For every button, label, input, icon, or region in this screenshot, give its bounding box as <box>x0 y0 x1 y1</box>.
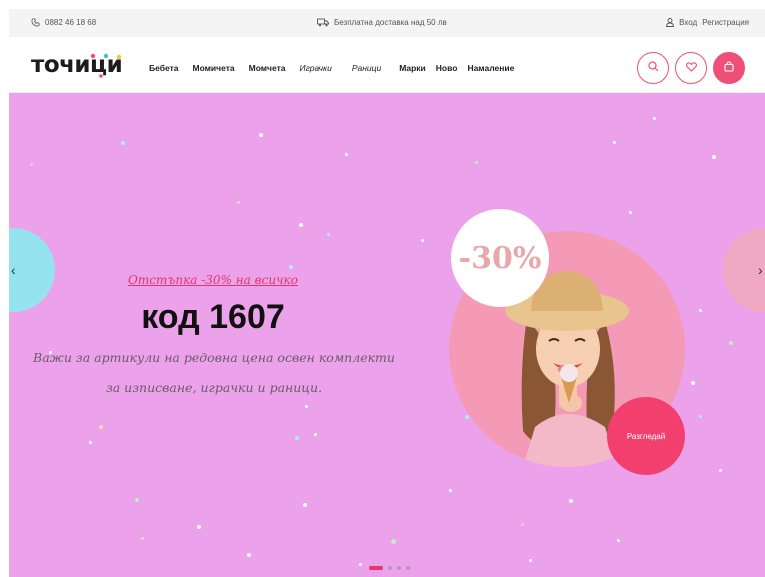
bag-icon <box>724 59 734 77</box>
confetti-dot <box>345 153 348 156</box>
register-link[interactable]: Регистрация <box>702 18 749 27</box>
pager-dot-2[interactable] <box>388 566 392 570</box>
pager-dot-1[interactable] <box>369 566 383 570</box>
main-nav: Бебета Момичета Момчета Играчки Раници М… <box>149 63 528 73</box>
confetti-dot <box>569 499 573 503</box>
truck-icon <box>317 18 329 27</box>
confetti-dot <box>421 239 424 242</box>
search-icon <box>647 59 659 77</box>
phone-info[interactable]: 0882 46 18 68 <box>31 18 96 27</box>
phone-icon <box>31 18 40 27</box>
description-line-2: за изписване, играчки и раници. <box>105 380 323 395</box>
nav-new[interactable]: Ново <box>436 63 458 73</box>
description-line-1: Важи за артикули на редовна цена освен к… <box>33 350 395 365</box>
pager-dot-4[interactable] <box>406 566 410 570</box>
confetti-dot <box>391 539 396 544</box>
confetti-dot <box>295 436 299 440</box>
search-button[interactable] <box>637 52 669 84</box>
phone-number: 0882 46 18 68 <box>45 18 97 27</box>
browse-button[interactable]: Разгледай <box>607 397 685 475</box>
confetti-dot <box>521 523 524 526</box>
promo-code: код 1607 <box>141 298 285 336</box>
nav-sale[interactable]: Намаление <box>467 63 514 73</box>
nav-backpacks[interactable]: Раници <box>352 63 381 73</box>
confetti-dot <box>712 155 716 159</box>
nav-boys[interactable]: Момчета <box>249 63 286 73</box>
shipping-text: Безплатна доставка над 50 лв <box>334 18 447 27</box>
confetti-dot <box>89 441 92 444</box>
confetti-dot <box>197 525 201 529</box>
confetti-dot <box>30 163 33 166</box>
confetti-dot <box>247 553 251 557</box>
confetti-dot <box>719 469 722 472</box>
confetti-dot <box>475 161 478 164</box>
confetti-dot <box>259 133 263 137</box>
logo-text: точици <box>31 52 122 78</box>
logo[interactable]: точици <box>31 52 131 78</box>
login-link[interactable]: Вход <box>679 18 697 27</box>
confetti-dot <box>449 489 452 492</box>
next-arrow-icon[interactable]: › <box>758 263 763 277</box>
confetti-dot <box>141 537 144 540</box>
favorites-button[interactable] <box>675 52 707 84</box>
confetti-dot <box>617 539 620 542</box>
prev-arrow-icon[interactable]: ‹ <box>11 263 16 277</box>
nav-toys[interactable]: Играчки <box>300 63 332 73</box>
confetti-dot <box>327 233 330 236</box>
confetti-dot <box>237 201 240 204</box>
confetti-dot <box>729 341 733 345</box>
confetti-dot <box>303 226 306 229</box>
page: 0882 46 18 68 Безплатна доставка над 50 … <box>9 9 765 577</box>
confetti-dot <box>691 381 695 385</box>
confetti-dot <box>121 141 125 145</box>
user-icon <box>666 18 675 27</box>
confetti-dot <box>99 425 103 429</box>
confetti-dot <box>314 433 317 436</box>
account-links: Вход Регистрация <box>666 18 749 27</box>
discount-badge: -30% <box>451 209 549 307</box>
confetti-dot <box>613 141 616 144</box>
confetti-dot <box>699 309 702 312</box>
nav-babies[interactable]: Бебета <box>149 63 178 73</box>
header: точици Бебета Момичета Момчета Играчки Р… <box>9 37 765 93</box>
confetti-dot <box>359 563 362 566</box>
confetti-dot <box>699 415 702 418</box>
confetti-dot <box>135 498 139 502</box>
slider-pagination <box>369 566 410 570</box>
confetti-dot <box>529 559 532 562</box>
top-bar: 0882 46 18 68 Безплатна доставка над 50 … <box>9 9 765 37</box>
confetti-dot <box>305 405 308 408</box>
heart-icon <box>685 59 697 77</box>
promo-link[interactable]: Отстъпка -30% на всичко <box>123 273 303 287</box>
nav-brands[interactable]: Марки <box>399 63 426 73</box>
hero-slider: ‹ › Отстъпка -30% на всичко код 1607 Важ… <box>9 93 765 577</box>
promo-description: Важи за артикули на редовна цена освен к… <box>29 343 399 403</box>
nav-girls[interactable]: Момичета <box>192 63 234 73</box>
confetti-dot <box>303 503 307 507</box>
cart-button[interactable] <box>713 52 745 84</box>
confetti-dot <box>629 211 632 214</box>
confetti-dot <box>289 265 293 269</box>
confetti-dot <box>653 117 656 120</box>
shipping-info: Безплатна доставка над 50 лв <box>317 18 447 27</box>
pager-dot-3[interactable] <box>397 566 401 570</box>
